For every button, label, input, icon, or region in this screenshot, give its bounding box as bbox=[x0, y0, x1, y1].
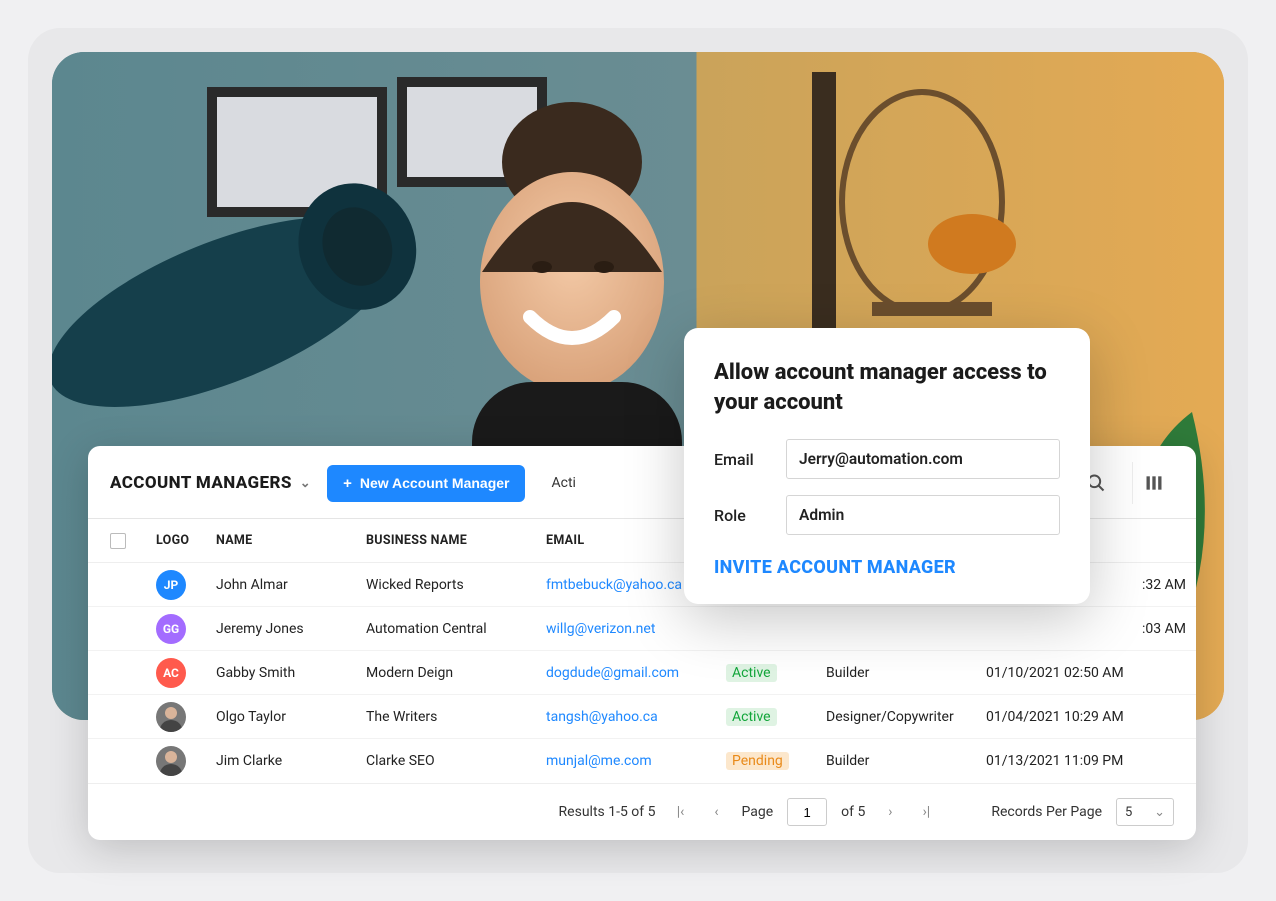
cell-name: Gabby Smith bbox=[216, 665, 366, 681]
new-button-label: New Account Manager bbox=[360, 475, 510, 491]
pager: Results 1-5 of 5 |‹ ‹ Page of 5 › ›| Rec… bbox=[88, 783, 1196, 840]
cell-role: Designer/Copywriter bbox=[826, 709, 986, 725]
table-row[interactable]: GG Jeremy JonesAutomation Centralwillg@ve… bbox=[88, 607, 1196, 651]
page-of: of 5 bbox=[841, 804, 865, 820]
cell-timestamp: 01/13/2021 11:09 PM bbox=[986, 753, 1186, 769]
new-account-manager-button[interactable]: + New Account Manager bbox=[327, 465, 525, 502]
page-first-icon[interactable]: |‹ bbox=[670, 804, 692, 820]
panel-title: ACCOUNT MANAGERS bbox=[110, 473, 292, 493]
role-field[interactable]: Admin bbox=[786, 495, 1060, 535]
cell-timestamp: 01/04/2021 10:29 AM bbox=[986, 709, 1186, 725]
cell-email[interactable]: fmtbebuck@yahoo.ca bbox=[546, 577, 682, 593]
page-prev-icon[interactable]: ‹ bbox=[706, 804, 728, 820]
role-label: Role bbox=[714, 506, 768, 525]
status-badge: Active bbox=[726, 708, 777, 726]
table-row[interactable]: AC Gabby SmithModern Deigndogdude@gmail.c… bbox=[88, 651, 1196, 695]
cell-role: Builder bbox=[826, 753, 986, 769]
filter-tab-active[interactable]: Acti bbox=[541, 467, 585, 499]
col-business: BUSINESS NAME bbox=[366, 533, 546, 548]
panel-title-dropdown[interactable]: ACCOUNT MANAGERS ⌄ bbox=[110, 473, 311, 493]
select-all-checkbox[interactable] bbox=[110, 533, 126, 549]
col-name: NAME bbox=[216, 533, 366, 548]
page-last-icon[interactable]: ›| bbox=[915, 804, 937, 820]
invite-modal: Allow account manager access to your acc… bbox=[684, 328, 1090, 604]
cell-name: Jim Clarke bbox=[216, 753, 366, 769]
status-badge: Pending bbox=[726, 752, 789, 770]
avatar bbox=[156, 702, 186, 732]
results-summary: Results 1-5 of 5 bbox=[559, 804, 656, 820]
invite-button[interactable]: INVITE ACCOUNT MANAGER bbox=[714, 557, 1060, 578]
cell-role: Builder bbox=[826, 665, 986, 681]
cell-timestamp: :03 AM bbox=[986, 621, 1186, 637]
cell-email[interactable]: dogdude@gmail.com bbox=[546, 665, 679, 681]
cell-email[interactable]: willg@verizon.net bbox=[546, 621, 655, 637]
page-label: Page bbox=[742, 804, 774, 820]
cell-name: Olgo Taylor bbox=[216, 709, 366, 725]
email-label: Email bbox=[714, 450, 768, 469]
page-input[interactable] bbox=[787, 798, 827, 826]
cell-business: The Writers bbox=[366, 709, 546, 725]
modal-title: Allow account manager access to your acc… bbox=[714, 358, 1060, 417]
cell-timestamp: 01/10/2021 02:50 AM bbox=[986, 665, 1186, 681]
cell-business: Automation Central bbox=[366, 621, 546, 637]
logo-badge: GG bbox=[156, 614, 186, 644]
table-row[interactable]: Olgo TaylorThe Writerstangsh@yahoo.ca Act… bbox=[88, 695, 1196, 739]
logo-badge: JP bbox=[156, 570, 186, 600]
page-next-icon[interactable]: › bbox=[879, 804, 901, 820]
records-label: Records Per Page bbox=[991, 804, 1102, 820]
status-badge: Active bbox=[726, 664, 777, 682]
cell-name: Jeremy Jones bbox=[216, 621, 366, 637]
cell-business: Wicked Reports bbox=[366, 577, 546, 593]
plus-icon: + bbox=[343, 475, 352, 492]
col-logo: LOGO bbox=[156, 533, 216, 548]
records-per-page-select[interactable]: 5 ⌄ bbox=[1116, 798, 1174, 826]
chevron-down-icon: ⌄ bbox=[300, 476, 311, 491]
table-row[interactable]: Jim ClarkeClarke SEOmunjal@me.com Pending… bbox=[88, 739, 1196, 783]
cell-email[interactable]: munjal@me.com bbox=[546, 753, 652, 769]
avatar bbox=[156, 746, 186, 776]
cell-business: Clarke SEO bbox=[366, 753, 546, 769]
chevron-down-icon: ⌄ bbox=[1154, 805, 1165, 820]
email-field[interactable]: Jerry@automation.com bbox=[786, 439, 1060, 479]
columns-icon[interactable] bbox=[1132, 462, 1174, 504]
cell-name: John Almar bbox=[216, 577, 366, 593]
cell-business: Modern Deign bbox=[366, 665, 546, 681]
cell-email[interactable]: tangsh@yahoo.ca bbox=[546, 709, 658, 725]
logo-badge: AC bbox=[156, 658, 186, 688]
